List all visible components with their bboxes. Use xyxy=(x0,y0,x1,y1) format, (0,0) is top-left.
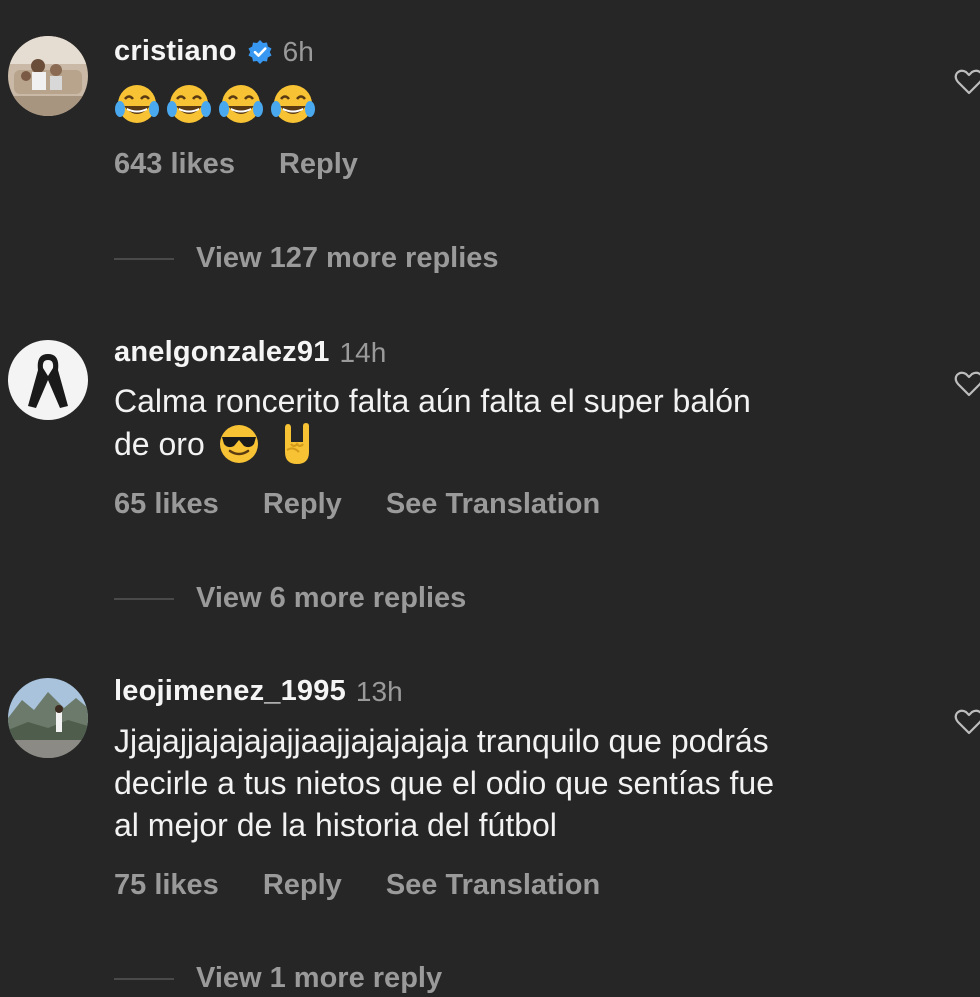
avatar[interactable] xyxy=(8,340,88,420)
username[interactable]: anelgonzalez91 xyxy=(114,336,330,369)
like-heart-icon[interactable] xyxy=(954,68,980,96)
reply-button[interactable]: Reply xyxy=(263,869,342,902)
reply-thread-divider xyxy=(114,257,174,260)
like-heart-icon[interactable] xyxy=(954,708,980,736)
username[interactable]: cristiano xyxy=(114,35,237,68)
avatar-photo-icon xyxy=(8,36,88,116)
see-translation-button[interactable]: See Translation xyxy=(386,488,600,521)
view-more-replies-button[interactable]: View 6 more replies xyxy=(114,582,466,615)
reply-button[interactable]: Reply xyxy=(279,148,358,181)
likes-count[interactable]: 65 likes xyxy=(114,488,219,521)
landscape-photo-avatar-icon xyxy=(8,678,88,758)
username[interactable]: leojimenez_1995 xyxy=(114,675,346,708)
comment-text: Calma roncerito falta aún falta el super… xyxy=(114,380,914,466)
comment-text-line: decirle a tus nietos que el odio que sen… xyxy=(114,765,774,801)
comment-text-line: Jjajajjajajajajjaajjajajajaja tranquilo … xyxy=(114,723,769,759)
view-more-replies-button[interactable]: View 1 more reply xyxy=(114,962,442,995)
avatar[interactable] xyxy=(8,36,88,116)
view-more-replies-button[interactable]: View 127 more replies xyxy=(114,242,499,275)
view-replies-label: View 1 more reply xyxy=(196,962,443,994)
tears-of-joy-emoji-icon xyxy=(167,85,211,123)
comment-text-line: Calma roncerito falta aún falta el super… xyxy=(114,383,751,419)
comment-emoji-row xyxy=(114,82,316,128)
likes-count[interactable]: 643 likes xyxy=(114,148,235,181)
view-replies-label: View 127 more replies xyxy=(196,242,499,274)
verified-badge-icon xyxy=(248,39,272,64)
tears-of-joy-emoji-icon xyxy=(115,85,159,123)
black-ribbon-avatar-icon xyxy=(8,340,88,420)
see-translation-button[interactable]: See Translation xyxy=(386,869,600,902)
timestamp: 13h xyxy=(355,675,403,707)
avatar[interactable] xyxy=(8,678,88,758)
sign-of-the-horns-emoji-icon xyxy=(284,423,309,464)
reply-thread-divider xyxy=(114,977,174,980)
timestamp: 14h xyxy=(339,336,387,368)
comment-text-line: al mejor de la historia del fútbol xyxy=(114,807,557,843)
reply-thread-divider xyxy=(114,597,174,600)
likes-count[interactable]: 75 likes xyxy=(114,869,219,902)
like-heart-icon[interactable] xyxy=(954,370,980,398)
timestamp: 6h xyxy=(282,35,314,67)
tears-of-joy-emoji-icon xyxy=(271,85,315,123)
comment-text-line-with-emoji: de oro xyxy=(114,422,914,466)
view-replies-label: View 6 more replies xyxy=(196,582,467,614)
tears-of-joy-emoji-icon xyxy=(219,85,263,123)
smiling-face-with-sunglasses-emoji-icon xyxy=(219,425,258,463)
comment-text: Jjajajjajajajajjaajjajajajaja tranquilo … xyxy=(114,720,914,846)
reply-button[interactable]: Reply xyxy=(263,488,342,521)
comment-text-line: de oro xyxy=(114,426,205,462)
